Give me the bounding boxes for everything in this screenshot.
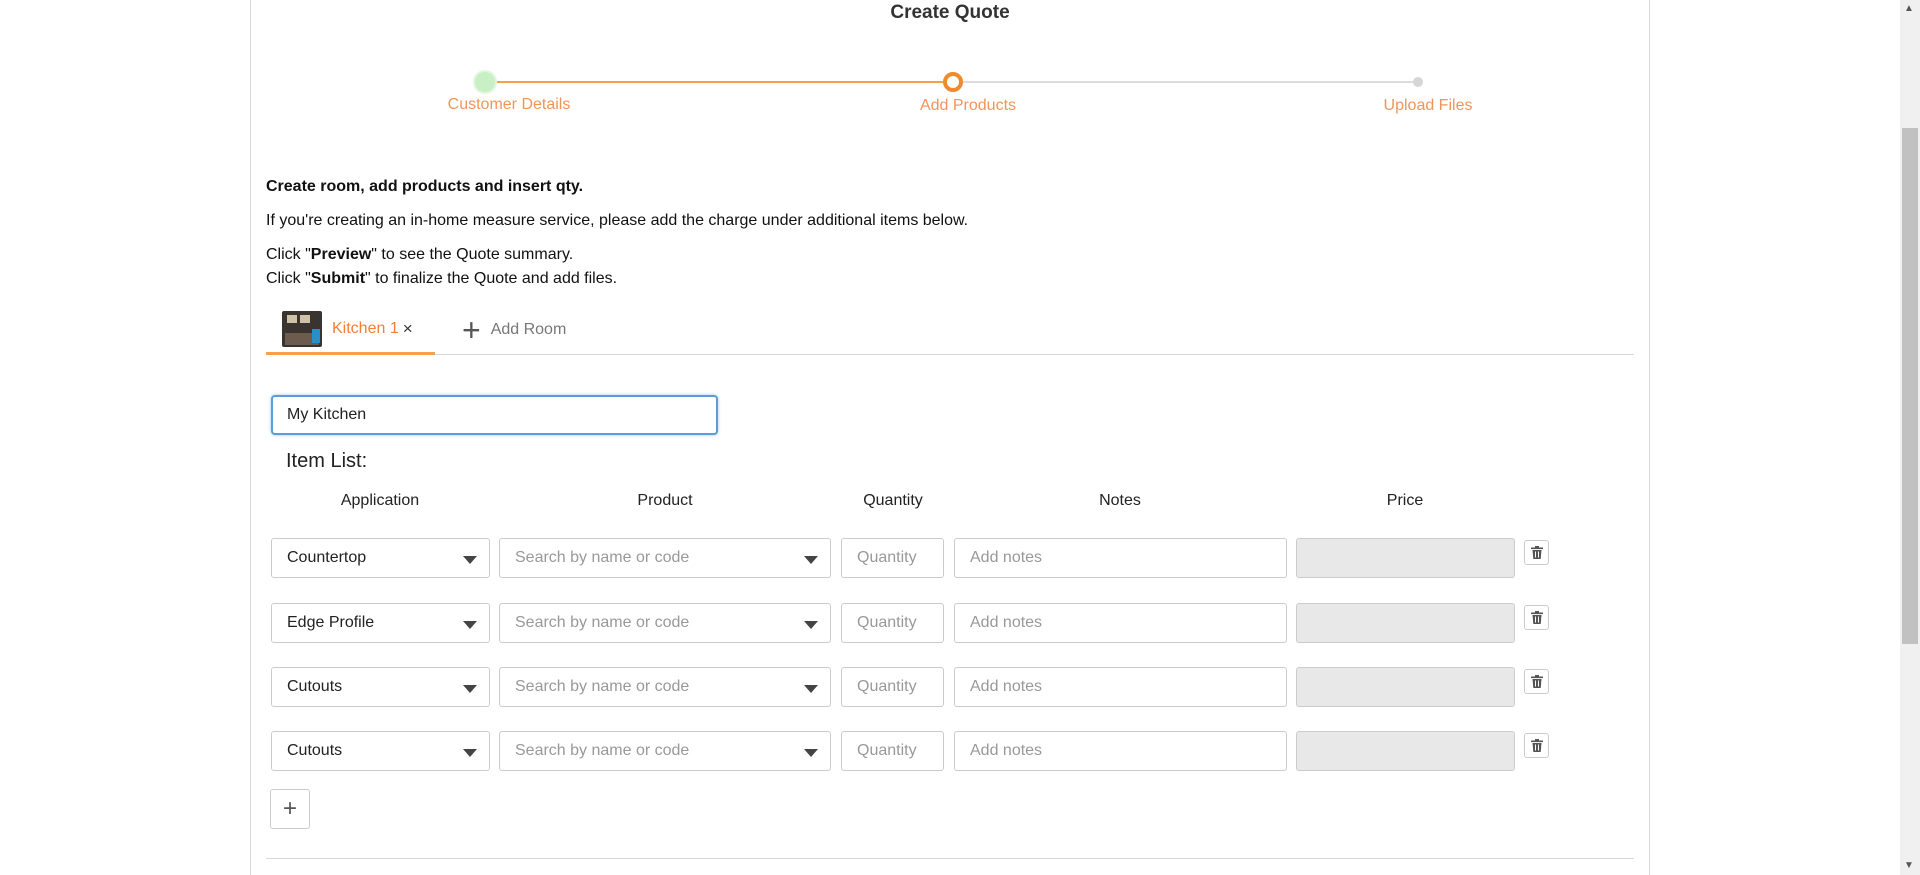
delete-row-button[interactable] <box>1524 733 1549 758</box>
application-select[interactable]: Edge Profile <box>271 603 490 643</box>
trash-icon <box>1530 546 1543 559</box>
scroll-up-arrow[interactable]: ▲ <box>1904 3 1914 14</box>
application-value: Cutouts <box>287 742 343 759</box>
tab-kitchen-1[interactable]: Kitchen 1 × <box>266 305 435 355</box>
trash-icon <box>1530 675 1543 688</box>
column-header-price: Price <box>1386 492 1424 509</box>
room-tabs: Kitchen 1 × + Add Room <box>266 305 1634 355</box>
room-name-input[interactable] <box>271 395 718 435</box>
step-dot-customer-details[interactable] <box>473 70 497 94</box>
step-label-add-products[interactable]: Add Products <box>920 97 1016 115</box>
application-value: Cutouts <box>287 678 343 695</box>
quantity-placeholder: Quantity <box>857 614 917 631</box>
application-select[interactable]: Countertop <box>271 538 490 578</box>
step-label-upload-files[interactable]: Upload Files <box>1384 97 1473 115</box>
product-select[interactable]: Search by name or code <box>499 667 831 707</box>
application-value: Edge Profile <box>287 614 375 631</box>
submit-prefix: Click " <box>266 270 311 287</box>
chevron-down-icon <box>463 749 477 757</box>
add-room-button[interactable]: + Add Room <box>462 305 566 355</box>
step-line-upcoming <box>956 81 1421 83</box>
plus-icon: + <box>462 312 481 348</box>
product-placeholder: Search by name or code <box>515 678 690 695</box>
instructions-submit: Click "Submit" to finalize the Quote and… <box>266 270 968 288</box>
price-field <box>1296 538 1515 578</box>
quantity-input[interactable]: Quantity <box>841 538 944 578</box>
notes-placeholder: Add notes <box>970 549 1043 566</box>
product-placeholder: Search by name or code <box>515 614 690 631</box>
step-label-customer-details[interactable]: Customer Details <box>448 96 571 114</box>
notes-placeholder: Add notes <box>970 742 1043 759</box>
kitchen-thumbnail <box>282 310 322 347</box>
item-list-label: Item List: <box>286 450 368 472</box>
notes-input[interactable]: Add notes <box>954 538 1287 578</box>
notes-placeholder: Add notes <box>970 614 1043 631</box>
chevron-down-icon <box>804 749 818 757</box>
add-item-button[interactable]: + <box>270 789 310 829</box>
chevron-down-icon <box>463 685 477 693</box>
notes-input[interactable]: Add notes <box>954 603 1287 643</box>
quantity-input[interactable]: Quantity <box>841 667 944 707</box>
application-select[interactable]: Cutouts <box>271 731 490 771</box>
delete-row-button[interactable] <box>1524 540 1549 565</box>
instructions: Create room, add products and insert qty… <box>266 178 968 288</box>
delete-row-button[interactable] <box>1524 605 1549 630</box>
trash-icon <box>1530 739 1543 752</box>
preview-suffix: " to see the Quote summary. <box>371 246 574 263</box>
quote-panel: Create Quote Customer Details Add Produc… <box>250 0 1650 875</box>
page-title: Create Quote <box>890 2 1010 23</box>
column-header-product: Product <box>637 492 693 509</box>
chevron-down-icon <box>804 685 818 693</box>
close-icon[interactable]: × <box>403 319 413 339</box>
plus-icon: + <box>282 795 297 822</box>
item-row: Cutouts Search by name or code Quantity … <box>251 731 1651 771</box>
step-dot-upload-files[interactable] <box>1413 77 1423 87</box>
submit-keyword: Submit <box>310 270 366 287</box>
application-value: Countertop <box>287 549 367 566</box>
quantity-placeholder: Quantity <box>857 549 917 566</box>
quantity-input[interactable]: Quantity <box>841 731 944 771</box>
notes-input[interactable]: Add notes <box>954 731 1287 771</box>
scroll-down-arrow[interactable]: ▼ <box>1904 860 1914 871</box>
trash-icon <box>1530 611 1543 624</box>
product-placeholder: Search by name or code <box>515 742 690 759</box>
instructions-measure-note: If you're creating an in-home measure se… <box>266 212 969 229</box>
column-header-application: Application <box>340 492 420 509</box>
quantity-placeholder: Quantity <box>857 742 917 759</box>
product-select[interactable]: Search by name or code <box>499 538 831 578</box>
item-row: Cutouts Search by name or code Quantity … <box>251 667 1651 707</box>
preview-keyword: Preview <box>310 246 372 263</box>
delete-row-button[interactable] <box>1524 669 1549 694</box>
chevron-down-icon <box>804 621 818 629</box>
item-row: Countertop Search by name or code Quanti… <box>251 538 1651 578</box>
step-line-complete <box>486 81 951 83</box>
quantity-input[interactable]: Quantity <box>841 603 944 643</box>
quantity-placeholder: Quantity <box>857 678 917 695</box>
application-select[interactable]: Cutouts <box>271 667 490 707</box>
product-select[interactable]: Search by name or code <box>499 731 831 771</box>
product-placeholder: Search by name or code <box>515 549 690 566</box>
column-header-quantity: Quantity <box>863 492 923 509</box>
scrollbar-thumb[interactable] <box>1902 128 1918 644</box>
column-header-notes: Notes <box>1099 492 1141 509</box>
notes-input[interactable]: Add notes <box>954 667 1287 707</box>
instructions-heading: Create room, add products and insert qty… <box>266 178 584 195</box>
price-field <box>1296 603 1515 643</box>
chevron-down-icon <box>804 556 818 564</box>
step-dot-add-products[interactable] <box>943 72 963 92</box>
item-row: Edge Profile Search by name or code Quan… <box>251 603 1651 643</box>
product-select[interactable]: Search by name or code <box>499 603 831 643</box>
chevron-down-icon <box>463 556 477 564</box>
price-field <box>1296 667 1515 707</box>
tab-kitchen-1-label[interactable]: Kitchen 1 <box>332 320 399 338</box>
notes-placeholder: Add notes <box>970 678 1043 695</box>
submit-suffix: " to finalize the Quote and add files. <box>365 270 618 287</box>
price-field <box>1296 731 1515 771</box>
instructions-preview: Click "Preview" to see the Quote summary… <box>266 246 968 264</box>
chevron-down-icon <box>463 621 477 629</box>
section-divider <box>266 858 1634 859</box>
preview-prefix: Click " <box>266 246 311 263</box>
add-room-label: Add Room <box>490 321 567 338</box>
